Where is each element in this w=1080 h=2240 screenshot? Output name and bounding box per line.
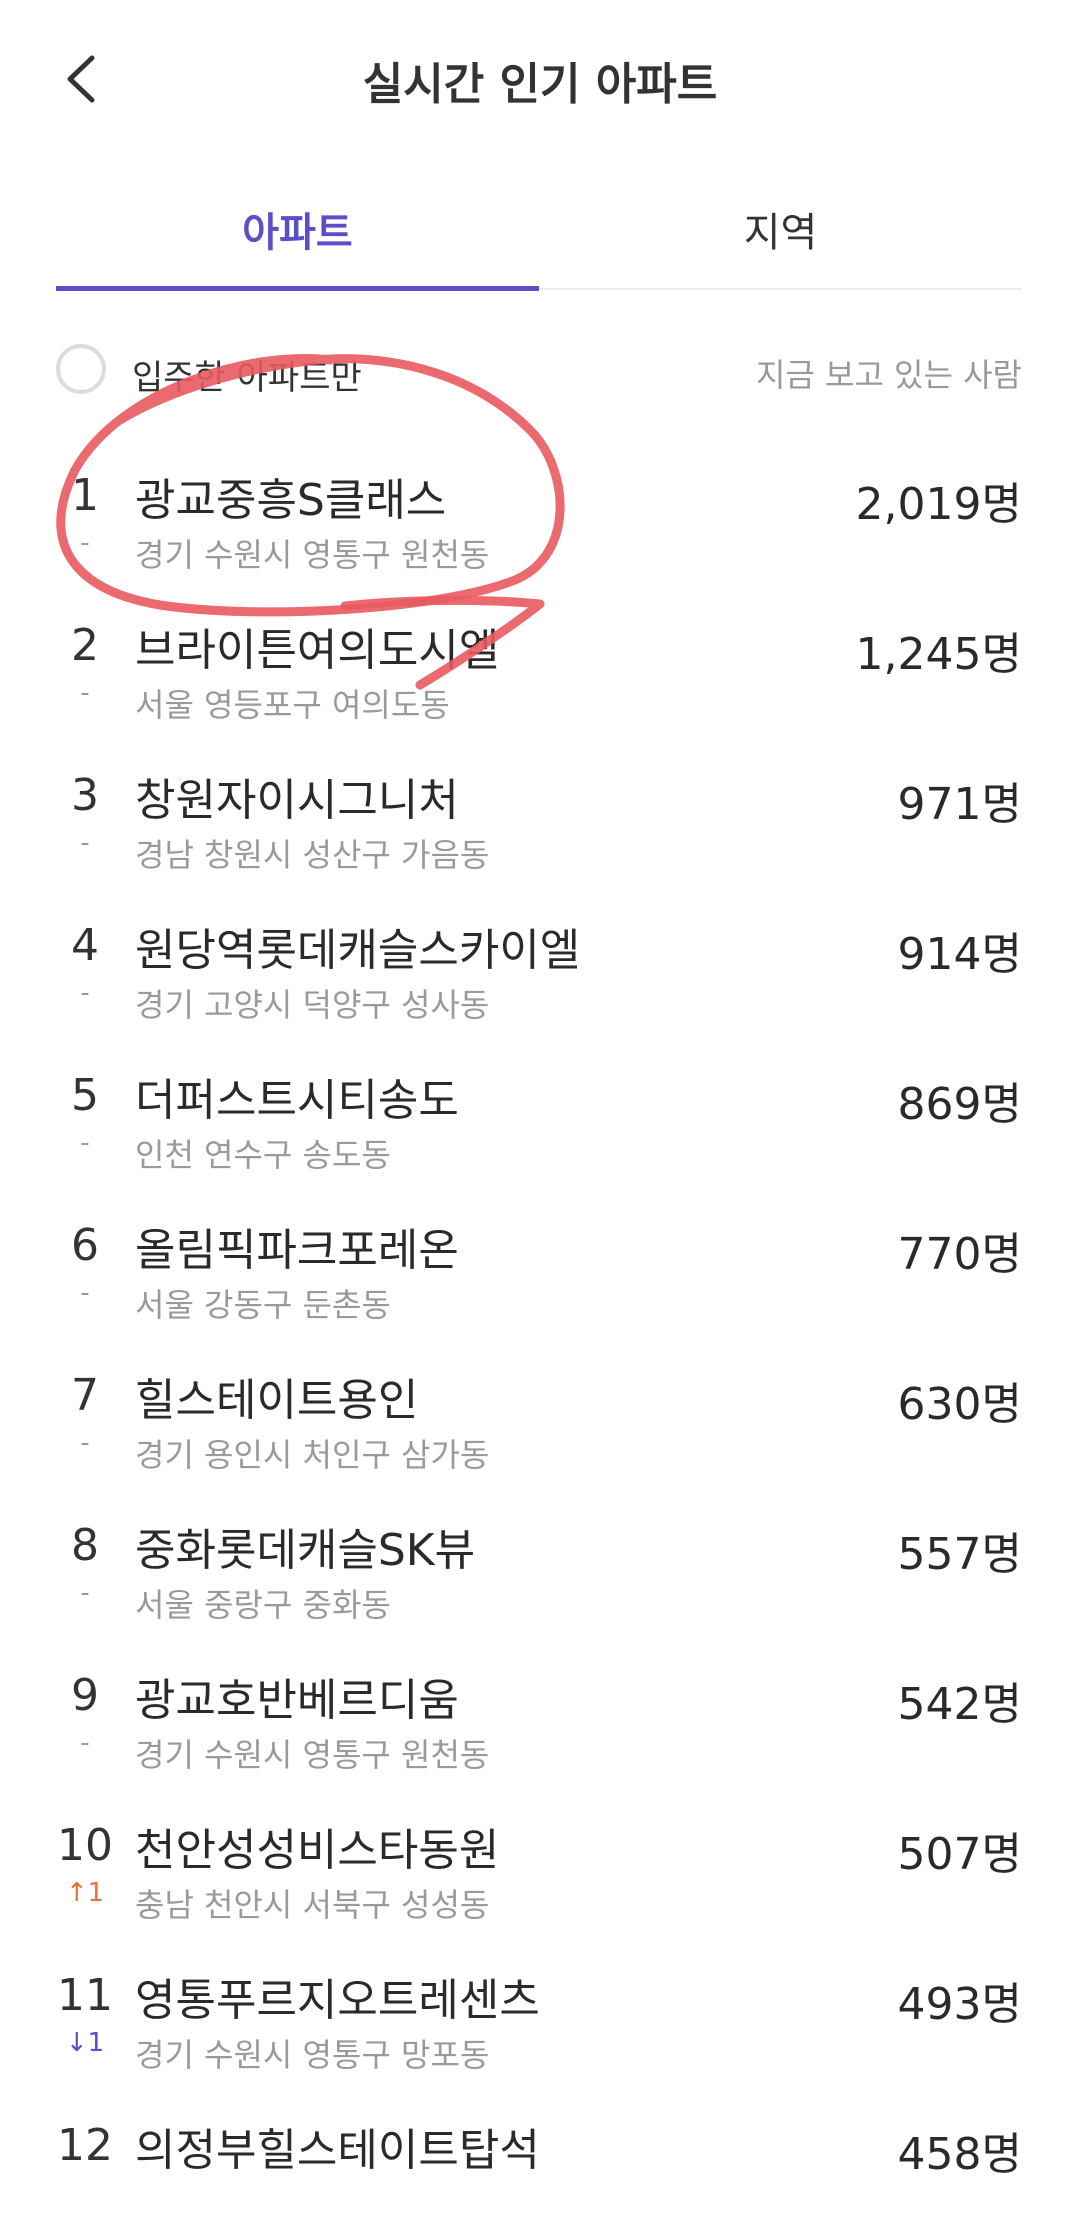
rank-number: 11 — [57, 1970, 113, 2021]
apartment-location: 경기 수원시 영통구 원천동 — [135, 536, 490, 574]
list-item[interactable]: 3 - 창원자이시그니처경남 창원시 성산구 가음동 971명 — [0, 740, 1080, 890]
list-item[interactable]: 9 - 광교호반베르디움경기 수원시 영통구 원천동 542명 — [0, 1640, 1080, 1790]
list-item[interactable]: 7 - 힐스테이트용인경기 용인시 처인구 삼가동 630명 — [0, 1340, 1080, 1490]
apartment-location: 서울 중랑구 중화동 — [135, 1586, 391, 1624]
rank-number: 12 — [57, 2120, 113, 2171]
apartment-name: 원당역롯데캐슬스카이엘 — [135, 925, 581, 976]
rank-change: - — [80, 828, 90, 858]
rank-number: 1 — [71, 470, 99, 521]
rank-change: ↑1 — [65, 1878, 105, 1908]
filter-bar: 입주한 아파트만 지금 보고 있는 사람 — [56, 340, 1022, 404]
apartment-name: 힐스테이트용인 — [135, 1375, 419, 1426]
apartment-location: 서울 강동구 둔촌동 — [135, 1286, 391, 1324]
apartment-location: 서울 영등포구 여의도동 — [135, 686, 450, 724]
rank-change: - — [80, 1728, 90, 1758]
viewer-count: 507명 — [897, 1829, 1022, 1880]
list-item[interactable]: 6 - 올림픽파크포레온서울 강동구 둔촌동 770명 — [0, 1190, 1080, 1340]
apartment-name: 의정부힐스테이트탑석 — [135, 2125, 540, 2176]
viewer-count: 869명 — [897, 1079, 1022, 1130]
rank-change: - — [80, 678, 90, 708]
list-item[interactable]: 11 ↓1 영통푸르지오트레센츠경기 수원시 영통구 망포동 493명 — [0, 1940, 1080, 2090]
apartment-name: 창원자이시그니처 — [135, 775, 459, 826]
apartment-name: 브라이튼여의도시엘 — [135, 625, 500, 676]
viewers-column-label: 지금 보고 있는 사람 — [755, 356, 1022, 394]
rank-number: 4 — [71, 920, 99, 971]
viewer-count: 971명 — [897, 779, 1022, 830]
rank-change: - — [80, 1128, 90, 1158]
apartment-location: 경남 창원시 성산구 가음동 — [135, 836, 490, 874]
active-tab-indicator — [56, 286, 539, 291]
rank-number: 7 — [71, 1370, 99, 1421]
apartment-name: 천안성성비스타동원 — [135, 1825, 500, 1876]
apartment-location: 경기 수원시 영통구 원천동 — [135, 1736, 490, 1774]
rank-change: - — [80, 978, 90, 1008]
rank-change: - — [80, 1578, 90, 1608]
apartment-name: 영통푸르지오트레센츠 — [135, 1975, 540, 2026]
list-item[interactable]: 12 의정부힐스테이트탑석 458명 — [0, 2090, 1080, 2240]
page-title: 실시간 인기 아파트 — [362, 59, 718, 110]
moved-in-only-label[interactable]: 입주한 아파트만 — [132, 350, 362, 399]
viewer-count: 458명 — [897, 2129, 1022, 2180]
apartment-name: 올림픽파크포레온 — [135, 1225, 459, 1276]
tab-divider — [539, 288, 1022, 290]
viewer-count: 770명 — [897, 1229, 1022, 1280]
rank-number: 9 — [71, 1670, 99, 1721]
list-item[interactable]: 5 - 더퍼스트시티송도인천 연수구 송도동 869명 — [0, 1040, 1080, 1190]
viewer-count: 630명 — [897, 1379, 1022, 1430]
viewer-count: 557명 — [897, 1529, 1022, 1580]
rank-number: 5 — [71, 1070, 99, 1121]
rank-number: 3 — [71, 770, 99, 821]
viewer-count: 1,245명 — [855, 629, 1022, 680]
list-item[interactable]: 1 - 광교중흥S클래스경기 수원시 영통구 원천동 2,019명 — [0, 440, 1080, 590]
viewer-count: 914명 — [897, 929, 1022, 980]
tab-region[interactable]: 지역 — [539, 200, 1022, 258]
rank-number: 8 — [71, 1520, 99, 1571]
apartment-location: 경기 고양시 덕양구 성사동 — [135, 986, 490, 1024]
apartment-location: 경기 수원시 영통구 망포동 — [135, 2036, 490, 2074]
tab-apartment[interactable]: 아파트 — [56, 200, 539, 258]
list-item[interactable]: 4 - 원당역롯데캐슬스카이엘경기 고양시 덕양구 성사동 914명 — [0, 890, 1080, 1040]
apartment-name: 광교중흥S클래스 — [135, 475, 447, 526]
viewer-count: 542명 — [897, 1679, 1022, 1730]
list-item[interactable]: 2 - 브라이튼여의도시엘서울 영등포구 여의도동 1,245명 — [0, 590, 1080, 740]
rank-number: 6 — [71, 1220, 99, 1271]
moved-in-only-checkbox[interactable] — [56, 344, 106, 394]
list-item[interactable]: 8 - 중화롯데캐슬SK뷰서울 중랑구 중화동 557명 — [0, 1490, 1080, 1640]
apartment-location: 인천 연수구 송도동 — [135, 1136, 391, 1174]
rank-number: 2 — [71, 620, 99, 671]
apartment-name: 더퍼스트시티송도 — [135, 1075, 459, 1126]
rank-change: - — [80, 1278, 90, 1308]
header: 실시간 인기 아파트 — [0, 0, 1080, 150]
apartment-location: 경기 용인시 처인구 삼가동 — [135, 1436, 490, 1474]
rank-number: 10 — [57, 1820, 113, 1871]
rank-change: - — [80, 528, 90, 558]
viewer-count: 493명 — [897, 1979, 1022, 2030]
list-item[interactable]: 10 ↑1 천안성성비스타동원충남 천안시 서북구 성성동 507명 — [0, 1790, 1080, 1940]
viewer-count: 2,019명 — [855, 479, 1022, 530]
tab-bar: 아파트 지역 — [56, 180, 1022, 292]
rank-change: - — [80, 1428, 90, 1458]
apartment-name: 광교호반베르디움 — [135, 1675, 459, 1726]
rank-change: ↓1 — [65, 2028, 105, 2058]
apartment-name: 중화롯데캐슬SK뷰 — [135, 1525, 476, 1576]
apartment-location: 충남 천안시 서북구 성성동 — [135, 1886, 490, 1924]
